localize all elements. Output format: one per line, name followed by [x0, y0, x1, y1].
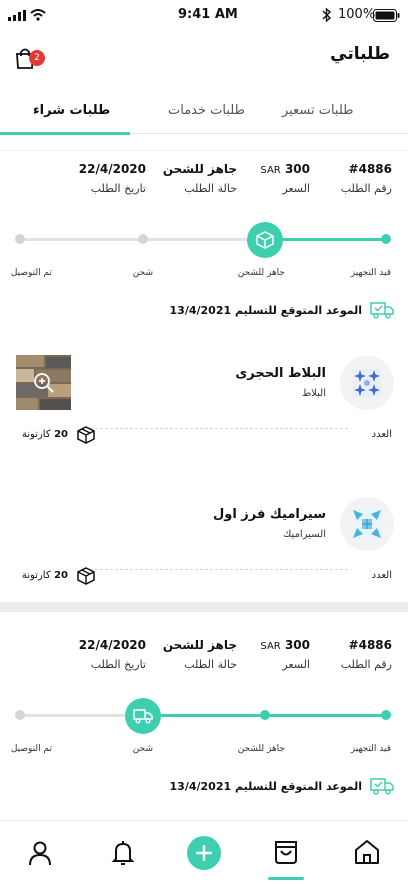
status-bar: 9:41 AM 100% — [0, 0, 408, 30]
order-price: 300 SAR — [260, 162, 310, 176]
nav-home[interactable] — [353, 838, 381, 866]
bluetooth-icon — [322, 8, 331, 22]
order-number: #4886 — [348, 638, 392, 652]
quantity-value: 20 كارتونة — [21, 429, 68, 440]
step-label-shipping: شحن — [132, 268, 153, 278]
step-dot-delivered — [15, 710, 25, 720]
step-label-shipping: شحن — [132, 744, 153, 754]
product-name: سيراميك فرز اول — [212, 507, 326, 522]
delivery-truck-icon — [370, 778, 394, 795]
status-time: 9:41 AM — [178, 7, 238, 22]
quantity-label: العدد — [371, 429, 392, 440]
nav-profile[interactable] — [26, 839, 54, 867]
active-nav-indicator — [268, 877, 304, 880]
product-thumbnail — [340, 356, 394, 410]
progress-fill — [278, 238, 386, 241]
step-label-ready: جاهز للشحن — [237, 268, 285, 278]
truck-icon — [133, 709, 153, 724]
nav-add-button[interactable] — [187, 836, 221, 870]
product-thumbnail — [340, 497, 394, 551]
delivery-truck-icon — [370, 302, 394, 319]
cart-badge: 2 — [29, 50, 45, 66]
order-status: جاهز للشحن — [162, 638, 237, 652]
bottom-navigation — [0, 820, 408, 884]
order-date: 22/4/2020 — [78, 638, 146, 652]
quantity-label: العدد — [371, 570, 392, 581]
active-tab-indicator — [0, 132, 130, 135]
order-number: #4886 — [348, 162, 392, 176]
step-current — [125, 698, 161, 734]
step-label-delivered: تم التوصيل — [10, 744, 52, 754]
tile-pattern-icon — [353, 369, 381, 397]
box-icon — [77, 426, 95, 444]
page-title: طلباتي — [330, 44, 390, 64]
product-item[interactable]: البلاط الحجرى البلاط العدد 20 كارتونة — [0, 342, 408, 454]
signal-icon — [8, 10, 26, 21]
step-dot-shipping — [138, 234, 148, 244]
step-dot-preparing — [381, 234, 391, 244]
date-label: تاريخ الطلب — [90, 658, 146, 671]
step-dot-ready — [260, 710, 270, 720]
expected-delivery: الموعد المتوقع للتسليم 13/4/2021 — [169, 780, 362, 793]
product-item[interactable]: سيراميك فرز اول السيراميك العدد 20 كارتو… — [0, 483, 408, 595]
bag-icon — [275, 841, 297, 864]
plus-icon — [196, 845, 212, 861]
step-label-preparing: قيد التجهيز — [350, 268, 391, 278]
bell-icon — [111, 841, 135, 865]
tab-quote-orders[interactable]: طلبات تسعير — [282, 103, 354, 118]
box-icon — [256, 231, 274, 249]
step-current — [247, 222, 283, 258]
product-name: البلاط الحجرى — [235, 366, 326, 381]
order-status: جاهز للشحن — [162, 162, 237, 176]
order-date: 22/4/2020 — [78, 162, 146, 176]
nav-notifications[interactable] — [109, 839, 137, 867]
price-label: السعر — [282, 658, 310, 671]
nav-orders[interactable] — [272, 838, 300, 866]
zoom-icon — [34, 373, 54, 393]
product-category: السيراميك — [283, 529, 326, 540]
step-dot-preparing — [381, 710, 391, 720]
status-label: حالة الطلب — [184, 658, 237, 671]
tab-purchase-orders[interactable]: طلبات شراء — [33, 103, 110, 118]
battery-percent: 100% — [338, 7, 376, 22]
dashed-divider — [90, 428, 348, 429]
ceramic-tile-icon — [353, 510, 381, 538]
order-price: 300 SAR — [260, 638, 310, 652]
step-label-preparing: قيد التجهيز — [350, 744, 391, 754]
order-number-label: رقم الطلب — [340, 658, 392, 671]
step-dot-delivered — [15, 234, 25, 244]
price-label: السعر — [282, 182, 310, 195]
order-number-label: رقم الطلب — [340, 182, 392, 195]
product-category: البلاط — [301, 388, 326, 399]
home-icon — [355, 840, 379, 864]
dashed-divider — [90, 569, 348, 570]
quantity-value: 20 كارتونة — [21, 570, 68, 581]
box-icon — [77, 567, 95, 585]
tab-service-orders[interactable]: طلبات خدمات — [168, 103, 245, 118]
order-card[interactable]: #4886 300 SAR جاهز للشحن 22/4/2020 رقم ا… — [0, 150, 408, 600]
battery-icon — [373, 9, 400, 22]
user-icon — [29, 841, 51, 866]
expected-delivery: الموعد المتوقع للتسليم 13/4/2021 — [169, 304, 362, 317]
status-label: حالة الطلب — [184, 182, 237, 195]
product-preview-image[interactable] — [16, 355, 71, 410]
step-label-ready: جاهز للشحن — [237, 744, 285, 754]
step-label-delivered: تم التوصيل — [10, 268, 52, 278]
order-card[interactable]: #4886 300 SAR جاهز للشحن 22/4/2020 رقم ا… — [0, 626, 408, 816]
date-label: تاريخ الطلب — [90, 182, 146, 195]
wifi-icon — [30, 9, 46, 21]
section-separator — [0, 602, 408, 612]
cart-button[interactable]: 2 — [14, 45, 48, 71]
